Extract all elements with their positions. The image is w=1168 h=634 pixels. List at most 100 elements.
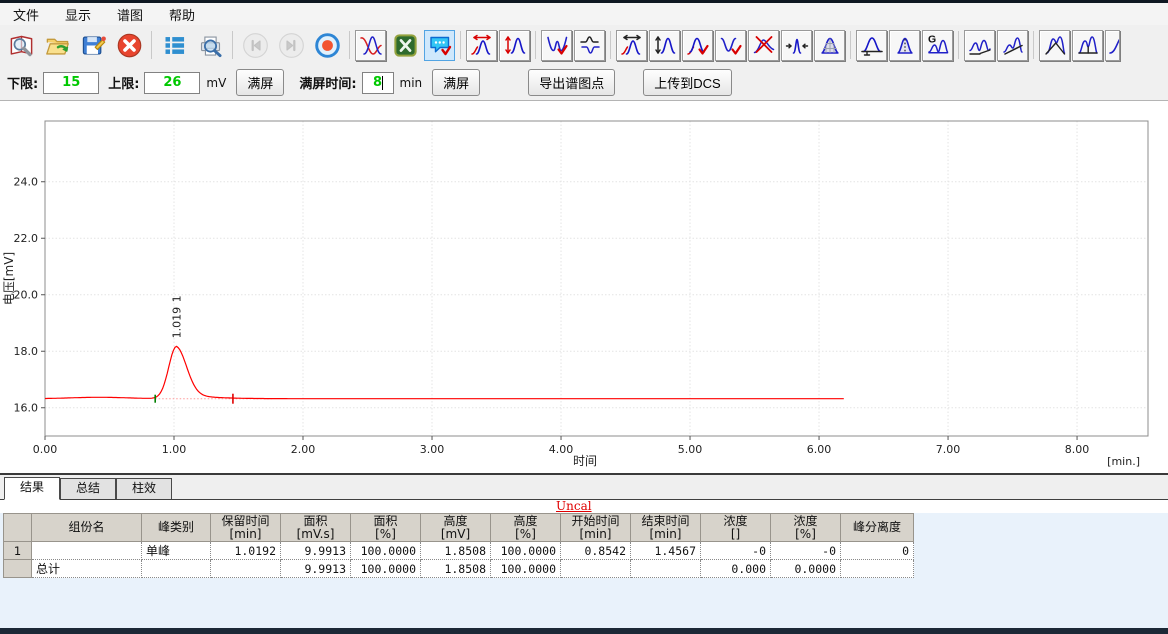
column-header[interactable]: 保留时间[min]: [211, 514, 281, 542]
cell[interactable]: [32, 542, 142, 560]
cell[interactable]: -0: [701, 542, 771, 560]
toolbar-close-button[interactable]: [112, 29, 146, 61]
y-tick-label: 24.0: [14, 176, 39, 189]
calibration-status: Uncal: [556, 499, 592, 513]
toolbar-perpendicular-drop-button[interactable]: [1072, 30, 1103, 61]
tab-column-efficiency[interactable]: 柱效: [116, 478, 172, 499]
toolbar-integrate-area-button[interactable]: [814, 30, 845, 61]
cell[interactable]: 1.4567: [631, 542, 701, 560]
toolbar-chromatogram-view-button[interactable]: [355, 30, 386, 61]
x-tick-label: 7.00: [936, 443, 961, 456]
column-header[interactable]: 高度[mV]: [421, 514, 491, 542]
column-header[interactable]: 峰分离度: [841, 514, 914, 542]
cell[interactable]: 9.9913: [281, 560, 351, 578]
toolbar-peak-limits-button[interactable]: [781, 30, 812, 61]
cell[interactable]: 1.8508: [421, 560, 491, 578]
cell[interactable]: 总计: [32, 560, 142, 578]
menu-spectrum[interactable]: 谱图: [104, 5, 156, 24]
toolbar-baseline-per-peak-button[interactable]: [964, 30, 995, 61]
column-header[interactable]: 高度[%]: [491, 514, 561, 542]
upload-dcs-button[interactable]: 上传到DCS: [643, 69, 731, 96]
tab-results[interactable]: 结果: [4, 477, 60, 500]
toolbar-record-button[interactable]: [310, 29, 344, 61]
cell[interactable]: -0: [771, 542, 841, 560]
menu-file[interactable]: 文件: [0, 5, 52, 24]
table-row[interactable]: 1单峰1.01929.9913100.00001.8508100.00000.8…: [4, 542, 914, 560]
toolbar-export-excel-button[interactable]: [388, 29, 422, 61]
table-row[interactable]: 总计9.9913100.00001.8508100.00000.0000.000…: [4, 560, 914, 578]
column-header[interactable]: 开始时间[min]: [561, 514, 631, 542]
cell[interactable]: [841, 560, 914, 578]
toolbar-skip-last-button[interactable]: [274, 29, 308, 61]
toolbar-tangent-skim-button[interactable]: [1105, 30, 1120, 61]
cell[interactable]: 100.0000: [491, 560, 561, 578]
cell[interactable]: [211, 560, 281, 578]
toolbar-split-peak-button[interactable]: [889, 30, 920, 61]
menu-view[interactable]: 显示: [52, 5, 104, 24]
toolbar-peak-table-button[interactable]: [157, 29, 191, 61]
cell[interactable]: 1.8508: [421, 542, 491, 560]
toolbar-manual-peak-width-button[interactable]: [616, 30, 647, 61]
peak-number-label: 1: [170, 295, 183, 302]
column-header[interactable]: 浓度[]: [701, 514, 771, 542]
cell[interactable]: 9.9913: [281, 542, 351, 560]
negative-peak-icon: [578, 33, 602, 57]
annotation-icon: [428, 33, 452, 57]
cell[interactable]: 0.8542: [561, 542, 631, 560]
toolbar-add-peak-button[interactable]: [682, 30, 713, 61]
toolbar-annotation-toggle-button[interactable]: [424, 30, 455, 61]
cell[interactable]: [561, 560, 631, 578]
toolbar-add-valley-button[interactable]: [715, 30, 746, 61]
cell[interactable]: [631, 560, 701, 578]
cell[interactable]: 0.0000: [771, 560, 841, 578]
column-header[interactable]: 结束时间[min]: [631, 514, 701, 542]
close-icon: [116, 32, 143, 59]
toolbar-slope-baseline-button[interactable]: [997, 30, 1028, 61]
export-points-button[interactable]: 导出谱图点: [528, 69, 615, 96]
column-header[interactable]: [4, 514, 32, 542]
minute-unit-label: min: [400, 76, 423, 90]
toolbar-delete-peak-button[interactable]: [748, 30, 779, 61]
row-header[interactable]: [4, 560, 32, 578]
save-icon: [80, 32, 107, 59]
cell[interactable]: 1.0192: [211, 542, 281, 560]
cell[interactable]: 单峰: [142, 542, 211, 560]
toolbar-file-preview-button[interactable]: [4, 29, 38, 61]
delete-peak-icon: [752, 33, 776, 57]
cell[interactable]: 0: [841, 542, 914, 560]
cell[interactable]: 100.0000: [351, 542, 421, 560]
cell[interactable]: 100.0000: [491, 542, 561, 560]
toolbar-peak-height-button[interactable]: [499, 30, 530, 61]
upper-limit-input[interactable]: [144, 72, 200, 94]
toolbar-valley-drop-button[interactable]: [1039, 30, 1070, 61]
toolbar-separator: [1033, 31, 1034, 59]
column-header[interactable]: 组份名: [32, 514, 142, 542]
full-time-input[interactable]: [362, 72, 394, 94]
toolbar-valley-detect-button[interactable]: [541, 30, 572, 61]
toolbar-force-baseline-button[interactable]: [856, 30, 887, 61]
column-header[interactable]: 浓度[%]: [771, 514, 841, 542]
cell[interactable]: 100.0000: [351, 560, 421, 578]
toolbar-group-peaks-button[interactable]: G: [922, 30, 953, 61]
toolbar-save-button[interactable]: [76, 29, 110, 61]
toolbar-manual-peak-height-button[interactable]: [649, 30, 680, 61]
toolbar-peak-width-button[interactable]: [466, 30, 497, 61]
toolbar-print-preview-button[interactable]: [193, 29, 227, 61]
column-header[interactable]: 峰类别: [142, 514, 211, 542]
y-tick-label: 16.0: [14, 402, 39, 415]
menu-help[interactable]: 帮助: [156, 5, 208, 24]
tab-summary[interactable]: 总结: [60, 478, 116, 499]
fit-time-button[interactable]: 满屏: [432, 69, 480, 96]
cell[interactable]: [142, 560, 211, 578]
toolbar-skip-first-button[interactable]: [238, 29, 272, 61]
cell[interactable]: 0.000: [701, 560, 771, 578]
lower-limit-input[interactable]: [43, 72, 99, 94]
chromatogram-plot[interactable]: 0.001.002.003.004.005.006.007.008.0016.0…: [0, 101, 1168, 473]
fit-voltage-button[interactable]: 满屏: [236, 69, 284, 96]
toolbar-open-button[interactable]: [40, 29, 74, 61]
row-header[interactable]: 1: [4, 542, 32, 560]
display-controls: 下限: 上限: mV 满屏 满屏时间: min 满屏 导出谱图点 上传到DCS: [0, 65, 1168, 100]
column-header[interactable]: 面积[%]: [351, 514, 421, 542]
column-header[interactable]: 面积[mV.s]: [281, 514, 351, 542]
toolbar-negative-peak-button[interactable]: [574, 30, 605, 61]
